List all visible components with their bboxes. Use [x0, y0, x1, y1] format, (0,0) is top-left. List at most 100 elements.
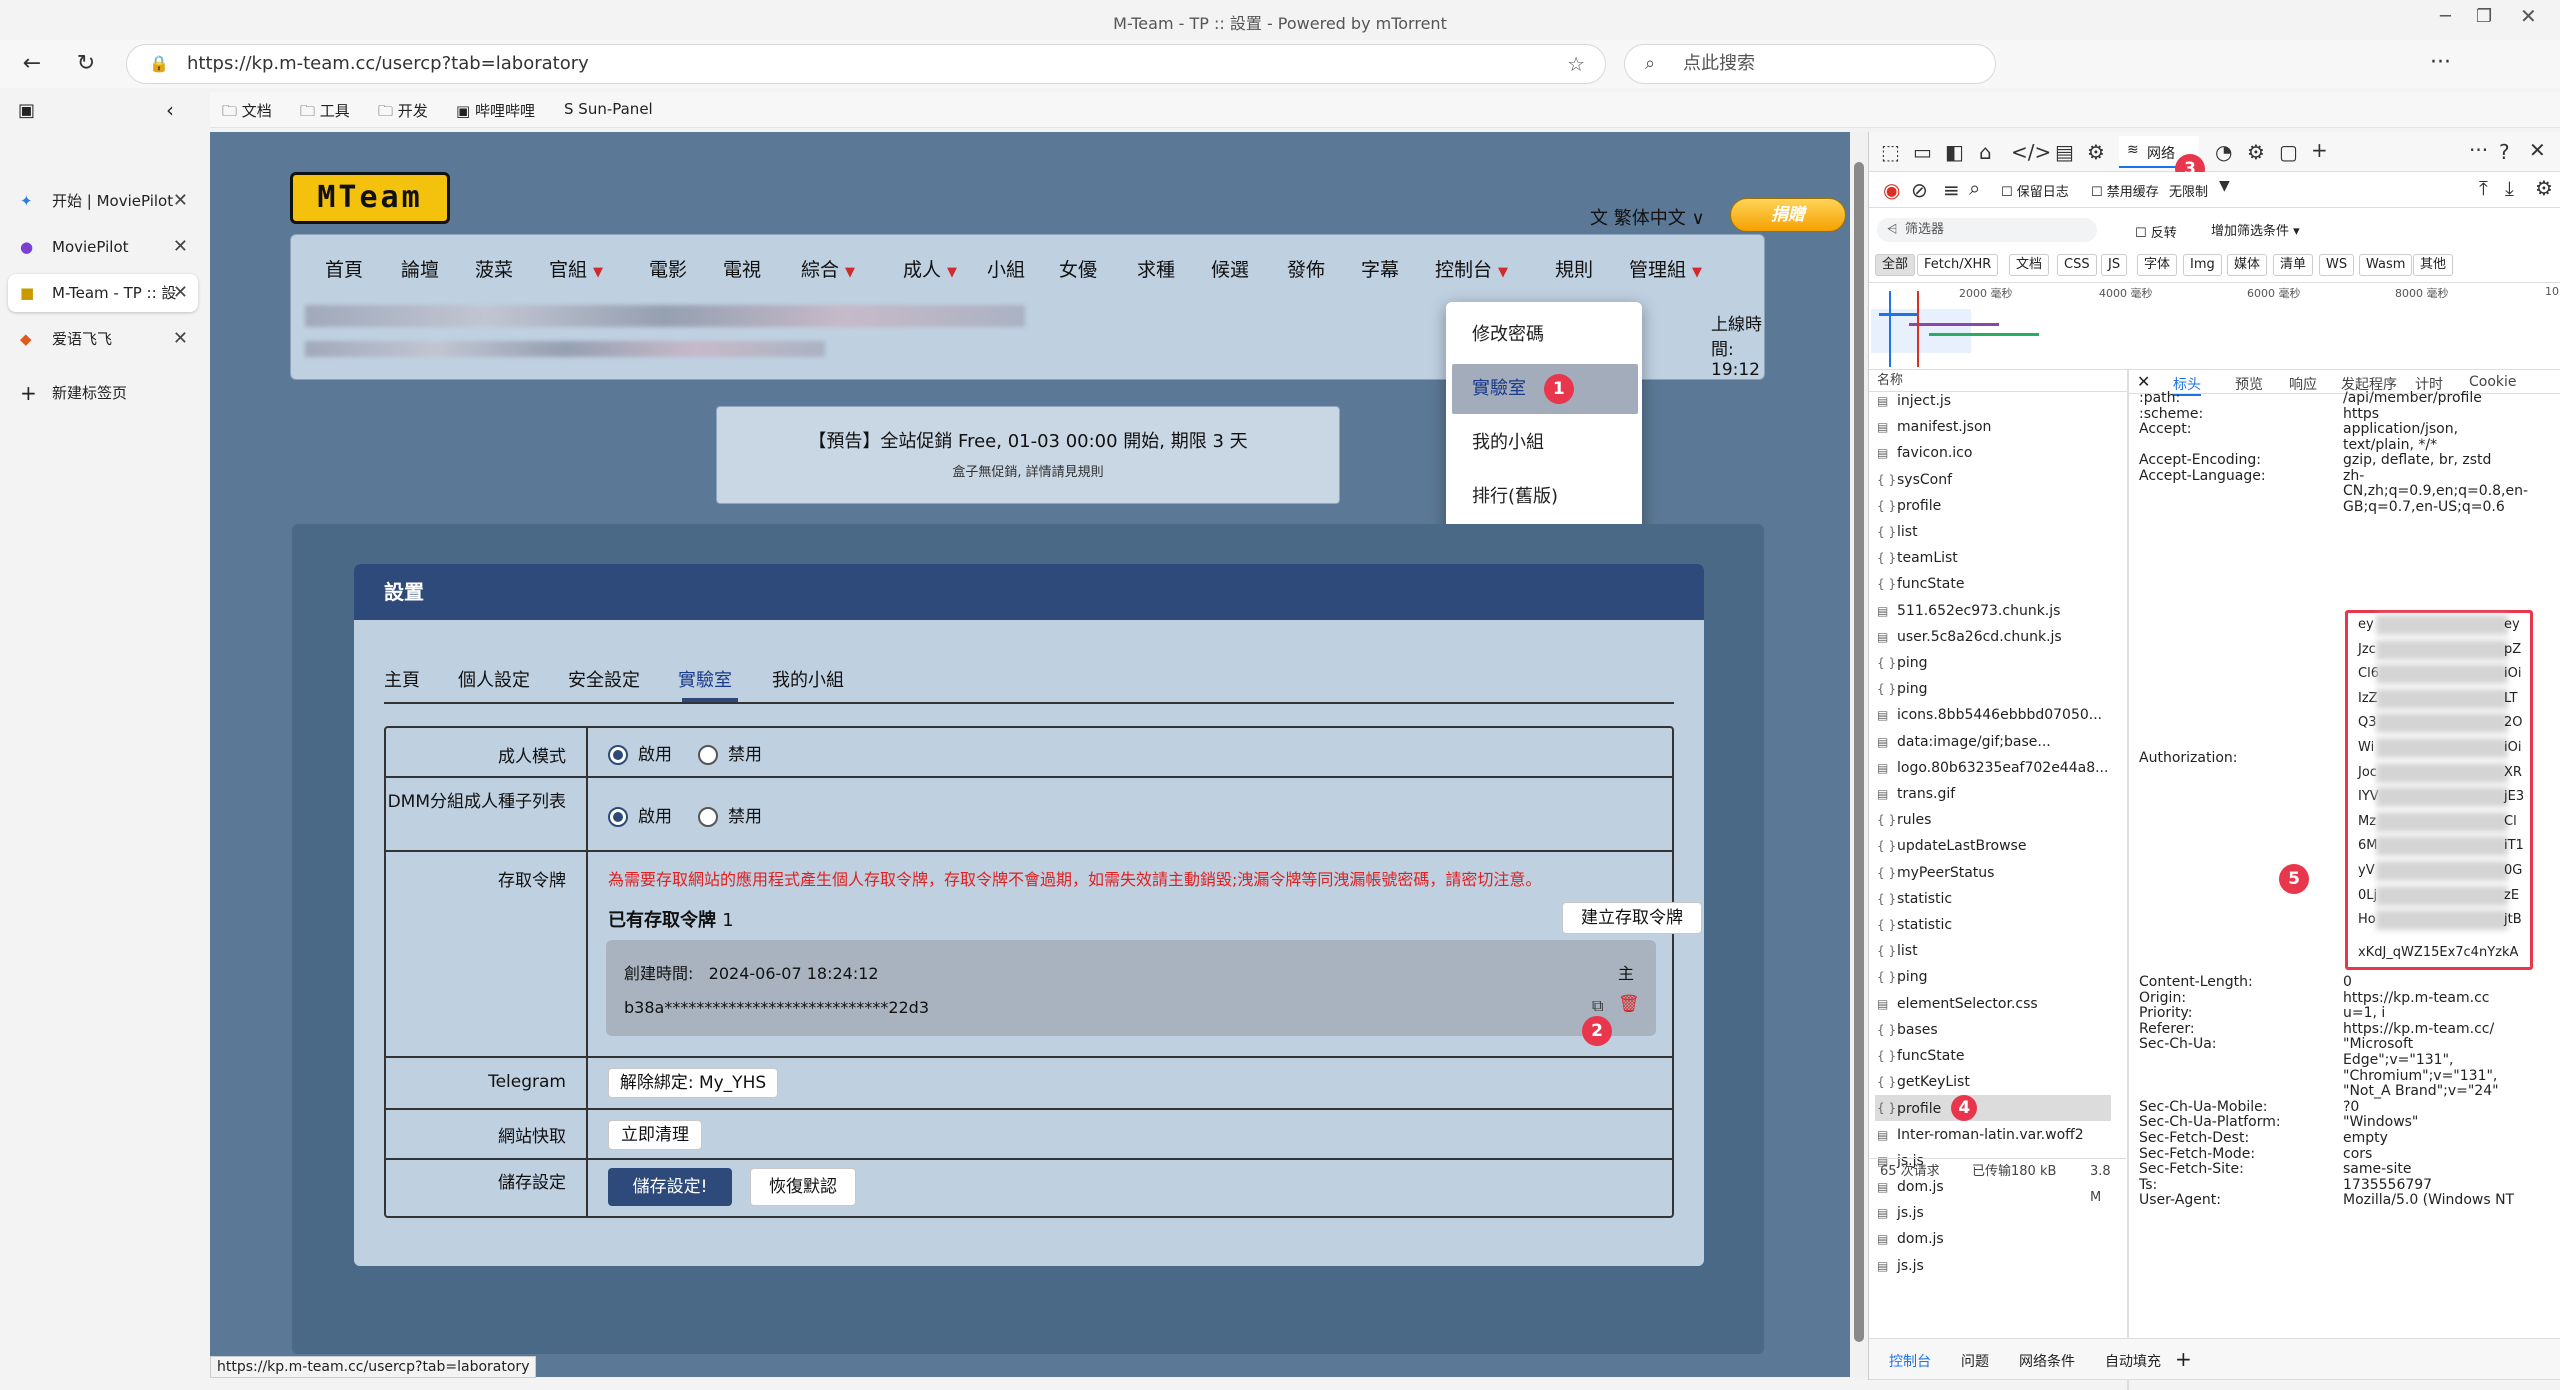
- elements-icon[interactable]: </>: [2011, 140, 2051, 164]
- request-row[interactable]: { } list: [1875, 938, 2111, 964]
- request-row[interactable]: { } profile: [1875, 493, 2111, 519]
- menu-my-groups[interactable]: 我的小組: [1452, 418, 1638, 468]
- import-icon[interactable]: ⤒: [2479, 176, 2488, 200]
- reload-icon[interactable]: ↻: [70, 48, 102, 80]
- filter-chip[interactable]: 文档: [2009, 254, 2050, 276]
- create-token-button[interactable]: 建立存取令牌: [1562, 902, 1702, 934]
- menu-ranking-old[interactable]: 排行(舊版): [1452, 472, 1638, 522]
- nav-item[interactable]: 綜合 ▼: [801, 255, 855, 282]
- donate-button[interactable]: 捐贈: [1730, 198, 1846, 232]
- settings-gear-icon[interactable]: ⚙: [2247, 140, 2265, 164]
- drawer-console-tab[interactable]: 控制台: [1889, 1351, 1931, 1371]
- filter-chip[interactable]: Img: [2183, 254, 2222, 276]
- clear-cache-button[interactable]: 立即清理: [608, 1120, 702, 1150]
- more-icon[interactable]: ···: [2430, 50, 2451, 75]
- console-icon[interactable]: ▤: [2055, 140, 2074, 164]
- request-row[interactable]: ▤ trans.gif: [1875, 781, 2111, 807]
- dmm-disable-radio[interactable]: 禁用: [698, 802, 762, 827]
- request-row[interactable]: ▤ dom.js: [1875, 1226, 2111, 1252]
- close-window-icon[interactable]: ✕: [2520, 4, 2537, 28]
- network-filter-input[interactable]: ⩤ 筛选器: [1877, 218, 2097, 242]
- search-network-icon[interactable]: ⌕: [1969, 176, 1980, 200]
- tab-mteam-active[interactable]: ■ M-Team - TP :: 設 ✕: [8, 274, 198, 312]
- page-info-icon[interactable]: 🔒: [149, 45, 169, 83]
- request-row[interactable]: { } bases: [1875, 1017, 2111, 1043]
- bookmark-docs[interactable]: 🗀 文档: [222, 100, 272, 126]
- filter-chip[interactable]: 清单: [2273, 254, 2314, 276]
- back-icon[interactable]: ←: [16, 48, 48, 80]
- request-row[interactable]: { } updateLastBrowse: [1875, 833, 2111, 859]
- nav-item[interactable]: 論壇: [401, 255, 439, 282]
- network-settings-icon[interactable]: ⚙: [2535, 176, 2553, 200]
- nav-item[interactable]: 字幕: [1361, 255, 1399, 282]
- collapse-sidebar-icon[interactable]: ‹: [166, 98, 174, 122]
- delete-icon[interactable]: 🗑: [1618, 994, 1640, 1014]
- site-logo[interactable]: MTeam: [290, 172, 450, 224]
- dock-icon[interactable]: ◧: [1945, 140, 1964, 164]
- tab-moviepilot[interactable]: ● MoviePilot ✕: [8, 228, 198, 266]
- nav-item[interactable]: 規則: [1555, 255, 1593, 282]
- filter-chip[interactable]: CSS: [2057, 254, 2097, 276]
- adult-disable-radio[interactable]: 禁用: [698, 740, 762, 765]
- maximize-icon[interactable]: ❐: [2476, 6, 2492, 27]
- network-timeline[interactable]: 2000 毫秒 4000 毫秒 6000 毫秒 8000 毫秒 10: [1869, 282, 2560, 370]
- close-tab-icon[interactable]: ✕: [173, 274, 188, 312]
- filter-chip[interactable]: Wasm: [2359, 254, 2413, 276]
- request-row[interactable]: { } funcState: [1875, 571, 2111, 597]
- request-row[interactable]: ▤ js.js: [1875, 1200, 2111, 1226]
- minimize-icon[interactable]: ─: [2440, 6, 2451, 27]
- url-bar[interactable]: 🔒 https://kp.m-team.cc/usercp?tab=labora…: [126, 44, 1606, 84]
- bookmark-bilibili[interactable]: ▣ 哔哩哔哩: [456, 100, 535, 121]
- filter-chip[interactable]: WS: [2319, 254, 2355, 276]
- tab-moviepilot-start[interactable]: ✦ 开始 | MoviePilot ✕: [8, 182, 198, 220]
- nav-item[interactable]: 成人 ▼: [903, 255, 957, 282]
- drawer-conditions-tab[interactable]: 网络条件: [2019, 1351, 2075, 1371]
- throttle-select[interactable]: 无限制: [2169, 181, 2208, 200]
- welcome-icon[interactable]: ⌂: [1979, 140, 1992, 164]
- request-row[interactable]: { } statistic: [1875, 886, 2111, 912]
- request-row[interactable]: { } statistic: [1875, 912, 2111, 938]
- new-tab-button[interactable]: + 新建标签页: [8, 374, 198, 412]
- save-settings-button[interactable]: 儲存設定!: [608, 1168, 732, 1206]
- devtools-more-icon[interactable]: ···: [2469, 138, 2488, 162]
- preserve-log-checkbox[interactable]: ☐ 保留日志: [2001, 181, 2069, 200]
- invert-checkbox[interactable]: ☐ 反转: [2135, 222, 2177, 241]
- tab-my-groups[interactable]: 我的小組: [772, 666, 844, 692]
- request-row[interactable]: ▤ manifest.json: [1875, 414, 2111, 440]
- nav-item[interactable]: 電影: [649, 255, 687, 282]
- nav-item[interactable]: 菠菜: [475, 255, 513, 282]
- request-row[interactable]: { } sysConf: [1875, 467, 2111, 493]
- filter-chip[interactable]: 媒体: [2227, 254, 2268, 276]
- filter-chip[interactable]: Fetch/XHR: [1917, 254, 1999, 276]
- nav-item[interactable]: 小組: [987, 255, 1025, 282]
- menu-laboratory[interactable]: 實驗室 1: [1452, 364, 1638, 414]
- bookmark-tools[interactable]: 🗀 工具: [300, 100, 350, 126]
- request-row[interactable]: ▤ 511.652ec973.chunk.js: [1875, 598, 2111, 624]
- nav-item[interactable]: 官組 ▼: [549, 255, 603, 282]
- detail-tab[interactable]: Cookie: [2469, 374, 2517, 390]
- language-select[interactable]: 文 繁体中文 ∨: [1590, 204, 1705, 230]
- request-row[interactable]: ▤ icons.8bb5446ebbbd07050...: [1875, 702, 2111, 728]
- request-row[interactable]: ▤ data:image/gif;base...: [1875, 729, 2111, 755]
- close-tab-icon[interactable]: ✕: [173, 320, 188, 358]
- application-icon[interactable]: ▢: [2279, 140, 2298, 164]
- request-row[interactable]: ▤ user.5c8a26cd.chunk.js: [1875, 624, 2111, 650]
- add-panel-icon[interactable]: +: [2311, 138, 2328, 162]
- device-icon[interactable]: ▭: [1913, 140, 1932, 164]
- tab-home[interactable]: 主頁: [384, 666, 420, 692]
- nav-item[interactable]: 求種: [1137, 255, 1175, 282]
- request-row[interactable]: { } getKeyList: [1875, 1069, 2111, 1095]
- search-input[interactable]: ⌕ 点此搜索: [1624, 44, 1996, 84]
- dmm-enable-radio[interactable]: 啟用: [608, 802, 672, 827]
- nav-item[interactable]: 女優: [1059, 255, 1097, 282]
- filter-chip[interactable]: JS: [2101, 254, 2128, 276]
- tab-actions-icon[interactable]: ▣: [18, 100, 35, 121]
- nav-item[interactable]: 控制台 ▼: [1435, 255, 1508, 282]
- nav-item[interactable]: 候選: [1211, 255, 1249, 282]
- help-icon[interactable]: ?: [2499, 140, 2510, 164]
- nav-item[interactable]: 首頁: [325, 255, 363, 282]
- record-icon[interactable]: ◉: [1883, 178, 1900, 202]
- export-icon[interactable]: ⤓: [2505, 176, 2514, 200]
- more-filters-button[interactable]: 增加筛选条件 ▾: [2211, 220, 2300, 239]
- close-detail-icon[interactable]: ✕: [2137, 372, 2150, 391]
